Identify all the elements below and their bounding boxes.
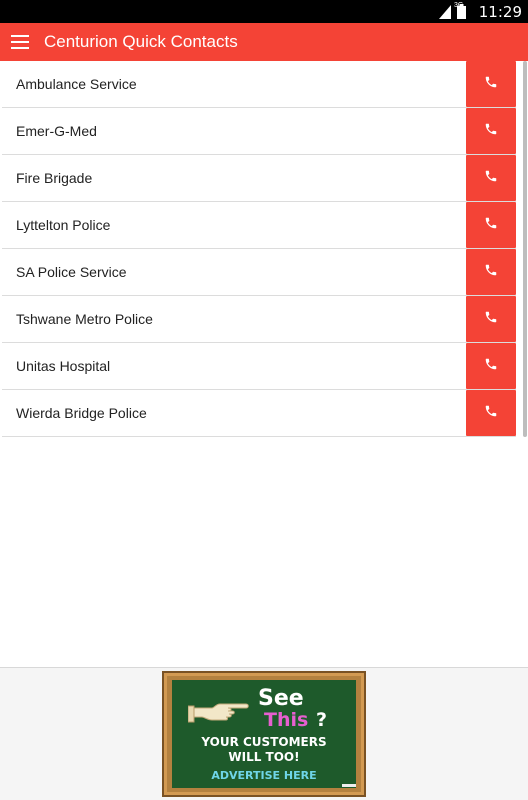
call-button[interactable] xyxy=(466,390,516,436)
contact-name: Fire Brigade xyxy=(16,170,93,186)
contact-name: Ambulance Service xyxy=(16,76,137,92)
status-bar: 3G 11:29 xyxy=(0,0,528,23)
phone-icon xyxy=(484,75,498,94)
contact-row[interactable]: Tshwane Metro Police xyxy=(2,296,516,343)
ad-this-text: This xyxy=(264,709,309,731)
contact-name: SA Police Service xyxy=(16,264,127,280)
call-button[interactable] xyxy=(466,343,516,389)
phone-icon xyxy=(484,122,498,141)
phone-icon xyxy=(484,310,498,329)
call-button[interactable] xyxy=(466,108,516,154)
chalkboard-ad[interactable]: See This ? YOUR CUSTOMERS WILL TOO! ADVE… xyxy=(162,671,366,797)
battery-icon xyxy=(457,4,466,24)
call-button[interactable] xyxy=(466,155,516,201)
app-bar: Centurion Quick Contacts xyxy=(0,23,528,61)
call-button[interactable] xyxy=(466,249,516,295)
phone-icon xyxy=(484,357,498,376)
contact-name: Tshwane Metro Police xyxy=(16,311,153,327)
ad-see-text: See xyxy=(258,686,304,711)
contact-row[interactable]: Emer-G-Med xyxy=(2,108,516,155)
app-title: Centurion Quick Contacts xyxy=(44,32,238,51)
status-icons xyxy=(439,4,466,24)
ad-line-2: WILL TOO! xyxy=(228,750,300,764)
chalkboard-surface: See This ? YOUR CUSTOMERS WILL TOO! ADVE… xyxy=(172,680,356,788)
call-button[interactable] xyxy=(466,61,516,107)
ad-line-3: ADVERTISE HERE xyxy=(211,769,317,782)
contact-row[interactable]: Fire Brigade xyxy=(2,155,516,202)
contact-row[interactable]: Unitas Hospital xyxy=(2,343,516,390)
contact-row[interactable]: Lyttelton Police xyxy=(2,202,516,249)
contact-list: Ambulance Service Emer-G-Med Fire Brigad… xyxy=(2,61,516,437)
status-clock: 11:29 xyxy=(478,3,522,21)
call-button[interactable] xyxy=(466,296,516,342)
contact-row[interactable]: Ambulance Service xyxy=(2,61,516,108)
contact-row[interactable]: Wierda Bridge Police xyxy=(2,390,516,437)
contact-name: Unitas Hospital xyxy=(16,358,111,374)
ad-banner[interactable]: See This ? YOUR CUSTOMERS WILL TOO! ADVE… xyxy=(0,667,528,800)
ad-line-1: YOUR CUSTOMERS xyxy=(201,735,327,749)
contact-name: Emer-G-Med xyxy=(16,123,97,139)
phone-icon xyxy=(484,404,498,423)
contact-name: Lyttelton Police xyxy=(16,217,111,233)
phone-icon xyxy=(484,169,498,188)
signal-icon xyxy=(439,4,451,24)
pointing-hand-icon xyxy=(187,698,252,731)
phone-icon xyxy=(484,216,498,235)
ad-question-mark: ? xyxy=(316,709,328,731)
chalk-stick xyxy=(342,784,356,787)
contact-row[interactable]: SA Police Service xyxy=(2,249,516,296)
phone-icon xyxy=(484,263,498,282)
contact-name: Wierda Bridge Police xyxy=(16,405,147,421)
hamburger-menu-icon[interactable] xyxy=(0,23,40,61)
scrollbar-thumb[interactable] xyxy=(523,61,527,437)
call-button[interactable] xyxy=(466,202,516,248)
